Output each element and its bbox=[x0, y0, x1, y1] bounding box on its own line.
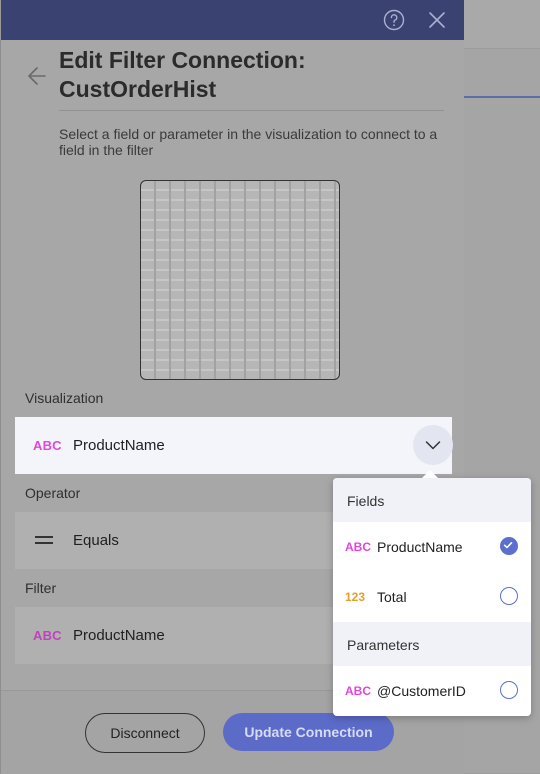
dialog-titlebar bbox=[1, 0, 464, 40]
dropdown-toggle-button[interactable] bbox=[413, 425, 453, 465]
visualization-label: Visualization bbox=[25, 390, 104, 406]
dialog-description: Select a field or parameter in the visua… bbox=[59, 126, 438, 158]
visualization-field-value: ProductName bbox=[73, 437, 165, 454]
dialog-title: Edit Filter Connection: CustOrderHist bbox=[59, 47, 306, 102]
operator-value: Equals bbox=[73, 532, 119, 549]
visualization-field-select[interactable]: ABC ProductName bbox=[15, 417, 453, 474]
chevron-down-icon bbox=[425, 441, 441, 450]
dropdown-item-label: Total bbox=[377, 589, 407, 605]
number-type-icon: 123 bbox=[345, 590, 366, 604]
dropdown-item-customerid[interactable]: ABC @CustomerID bbox=[333, 666, 531, 716]
text-type-icon: ABC bbox=[345, 684, 371, 698]
operator-label: Operator bbox=[25, 485, 81, 501]
visualization-thumbnail bbox=[140, 180, 340, 380]
update-connection-button[interactable]: Update Connection bbox=[223, 713, 394, 751]
background-divider bbox=[463, 96, 540, 98]
dropdown-item-label: ProductName bbox=[377, 539, 463, 555]
parameters-section-header: Parameters bbox=[333, 622, 531, 666]
dropdown-item-label: @CustomerID bbox=[377, 683, 466, 699]
filter-field-value: ProductName bbox=[73, 627, 165, 644]
text-type-icon: ABC bbox=[345, 540, 371, 554]
disconnect-button[interactable]: Disconnect bbox=[85, 713, 205, 753]
field-dropdown-menu: Fields ABC ProductName 123 Total Paramet… bbox=[333, 470, 531, 716]
text-type-icon: ABC bbox=[33, 628, 62, 643]
radio-unchecked-icon[interactable] bbox=[500, 587, 518, 605]
radio-checked-icon[interactable] bbox=[500, 537, 518, 555]
title-divider bbox=[59, 110, 444, 111]
close-icon[interactable] bbox=[425, 8, 449, 32]
fields-section-header: Fields bbox=[333, 478, 531, 522]
dropdown-item-total[interactable]: 123 Total bbox=[333, 572, 531, 622]
radio-unchecked-icon[interactable] bbox=[500, 681, 518, 699]
background-toolbar bbox=[463, 0, 540, 49]
help-circle-icon[interactable] bbox=[382, 8, 406, 32]
equals-icon bbox=[35, 535, 53, 545]
filter-label: Filter bbox=[25, 580, 57, 596]
dropdown-item-productname[interactable]: ABC ProductName bbox=[333, 522, 531, 572]
fields-header-label: Fields bbox=[347, 493, 385, 509]
check-icon bbox=[503, 541, 512, 548]
arrow-left-icon[interactable] bbox=[25, 64, 49, 88]
text-type-icon: ABC bbox=[33, 438, 62, 453]
parameters-header-label: Parameters bbox=[347, 637, 420, 653]
